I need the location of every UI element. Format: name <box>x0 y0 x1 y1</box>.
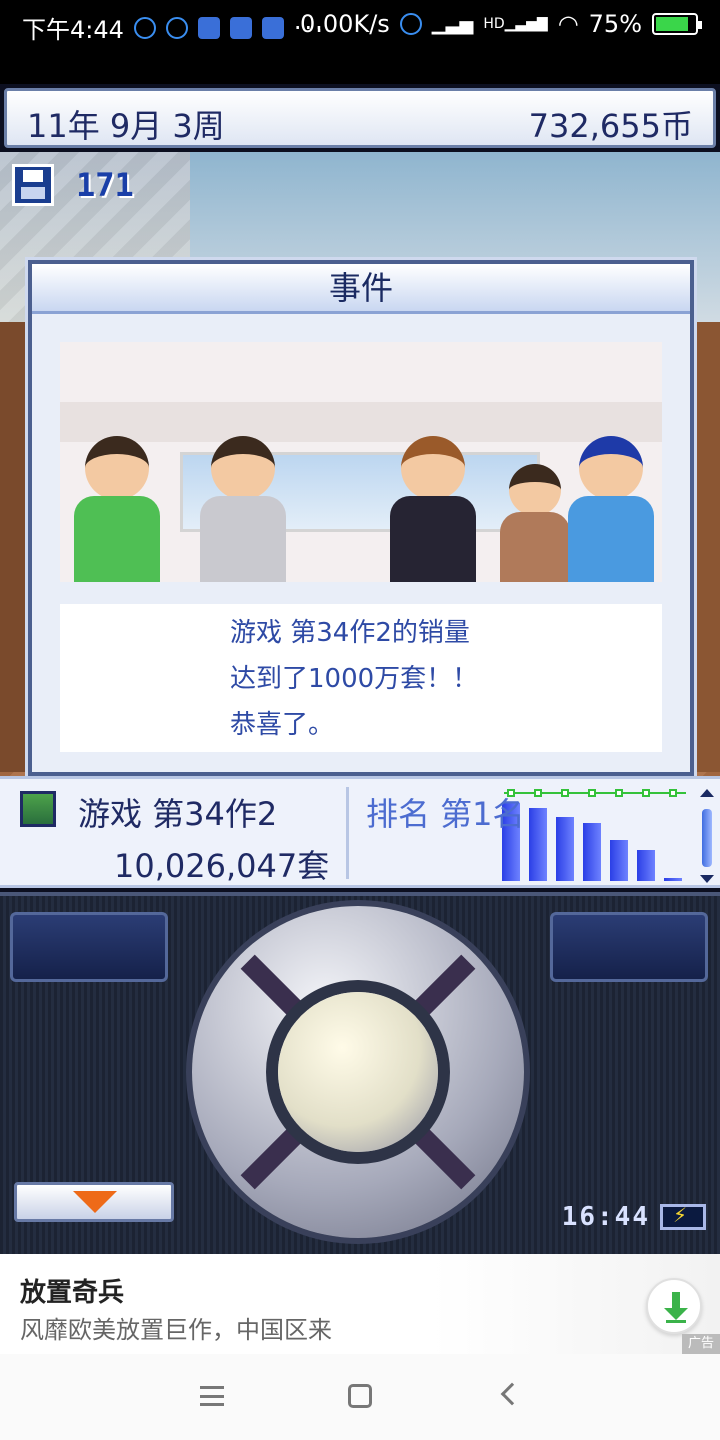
status-left: 下午4:44 ··· <box>22 10 326 45</box>
game-date: 11年 9月 3周 <box>27 107 225 145</box>
chart-bar <box>610 840 628 881</box>
status-bar: 下午4:44 ··· 0.00K/s ▁▃▅ HD▁▃▅▇ ◠ 75% <box>0 0 720 52</box>
down-arrow-icon <box>73 1191 117 1213</box>
right-soft-key[interactable] <box>550 912 708 982</box>
scroll-down-arrow-icon[interactable] <box>700 875 714 883</box>
hd-signal-icon: HD▁▃▅▇ <box>483 16 547 32</box>
tiktok-icon <box>133 16 156 39</box>
staff-character <box>568 436 654 582</box>
office-floor-left <box>0 322 30 772</box>
sales-chart <box>500 785 690 885</box>
hd-label: HD <box>483 16 505 32</box>
game-top-bar: 11年 9月 3周 732,655币 <box>4 88 716 148</box>
rank-label: 排名 第1名 <box>366 795 525 833</box>
back-icon[interactable] <box>500 1382 524 1406</box>
qq-icon <box>165 16 188 39</box>
game-clock: 16:44 <box>561 1202 650 1232</box>
staff-character <box>500 464 570 582</box>
wifi-icon: ◠ <box>557 10 579 38</box>
hd-bars: ▁▃▅▇ <box>504 16 548 32</box>
dpad[interactable] <box>192 906 524 1238</box>
office-floor-right <box>690 322 720 772</box>
chart-bar <box>529 807 547 881</box>
left-soft-key[interactable] <box>10 912 168 982</box>
battery-percent: 75% <box>588 10 642 38</box>
game-cover-icon <box>20 791 56 827</box>
staff-character <box>200 436 286 582</box>
app-notification-icon-2 <box>229 16 252 39</box>
ad-subtitle: 风靡欧美放置巨作，中国区来 <box>20 1316 332 1344</box>
chart-point <box>534 789 542 797</box>
chart-point <box>588 789 596 797</box>
scroll-up-arrow-icon[interactable] <box>700 789 714 797</box>
chart-point <box>615 789 623 797</box>
chart-point <box>669 789 677 797</box>
save-disk-icon[interactable] <box>12 164 54 206</box>
chart-bar <box>583 823 601 881</box>
battery-icon <box>652 13 702 35</box>
dpad-center-button[interactable] <box>278 992 438 1152</box>
net-speed: 0.00K/s <box>300 10 390 38</box>
celebration-image <box>60 342 662 582</box>
virtual-controller: 16:44 <box>0 892 720 1254</box>
app-notification-icon-3 <box>261 16 284 39</box>
event-dialog[interactable]: 事件 游戏 第34作2的销量 达到了1000万套！！ 恭喜了。 <box>28 260 694 776</box>
chart-point <box>642 789 650 797</box>
event-message-line: 达到了1000万套！！ <box>230 664 479 694</box>
ad-banner[interactable]: 放置奇兵 风靡欧美放置巨作，中国区来 广告 <box>0 1254 720 1354</box>
event-message-line: 游戏 第34作2的销量 <box>230 618 470 648</box>
battery-charging-icon <box>660 1203 706 1230</box>
ad-title: 放置奇兵 <box>20 1278 125 1308</box>
event-message: 游戏 第34作2的销量 达到了1000万套！！ 恭喜了。 <box>60 604 662 752</box>
chart-point <box>561 789 569 797</box>
download-icon[interactable] <box>646 1278 702 1334</box>
home-icon[interactable] <box>348 1384 372 1408</box>
game-title: 游戏 第34作2 <box>78 795 278 833</box>
game-screen: 11年 9月 3周 732,655币 171 事件 游戏 第34作2的销量 达到… <box>0 84 720 1254</box>
chart-bar <box>664 877 682 881</box>
menu-toggle-button[interactable] <box>14 1182 174 1222</box>
navigation-bar <box>0 1354 720 1440</box>
ad-tag: 广告 <box>681 1334 720 1354</box>
scroll-thumb[interactable] <box>702 809 712 867</box>
chart-bar <box>556 817 574 881</box>
signal-icon: ▁▃▅ <box>431 13 474 35</box>
status-right: 0.00K/s ▁▃▅ HD▁▃▅▇ ◠ 75% <box>300 10 702 38</box>
save-count: 171 <box>76 166 134 204</box>
status-time: 下午4:44 <box>22 16 124 44</box>
event-message-line: 恭喜了。 <box>230 710 335 740</box>
event-dialog-title: 事件 <box>32 264 690 314</box>
recent-apps-icon[interactable] <box>200 1386 224 1406</box>
ranking-panel[interactable]: 游戏 第34作2 10,026,047套 排名 第1名 <box>0 776 720 888</box>
staff-character <box>74 436 160 582</box>
money-display: 732,655币 <box>528 107 693 145</box>
alarm-icon <box>399 13 422 35</box>
app-notification-icon <box>197 16 220 39</box>
ranking-scrollbar[interactable] <box>700 789 714 883</box>
game-sales: 10,026,047套 <box>114 847 330 885</box>
staff-character <box>390 436 476 582</box>
ranking-divider <box>346 787 349 879</box>
chart-bar <box>637 849 655 881</box>
